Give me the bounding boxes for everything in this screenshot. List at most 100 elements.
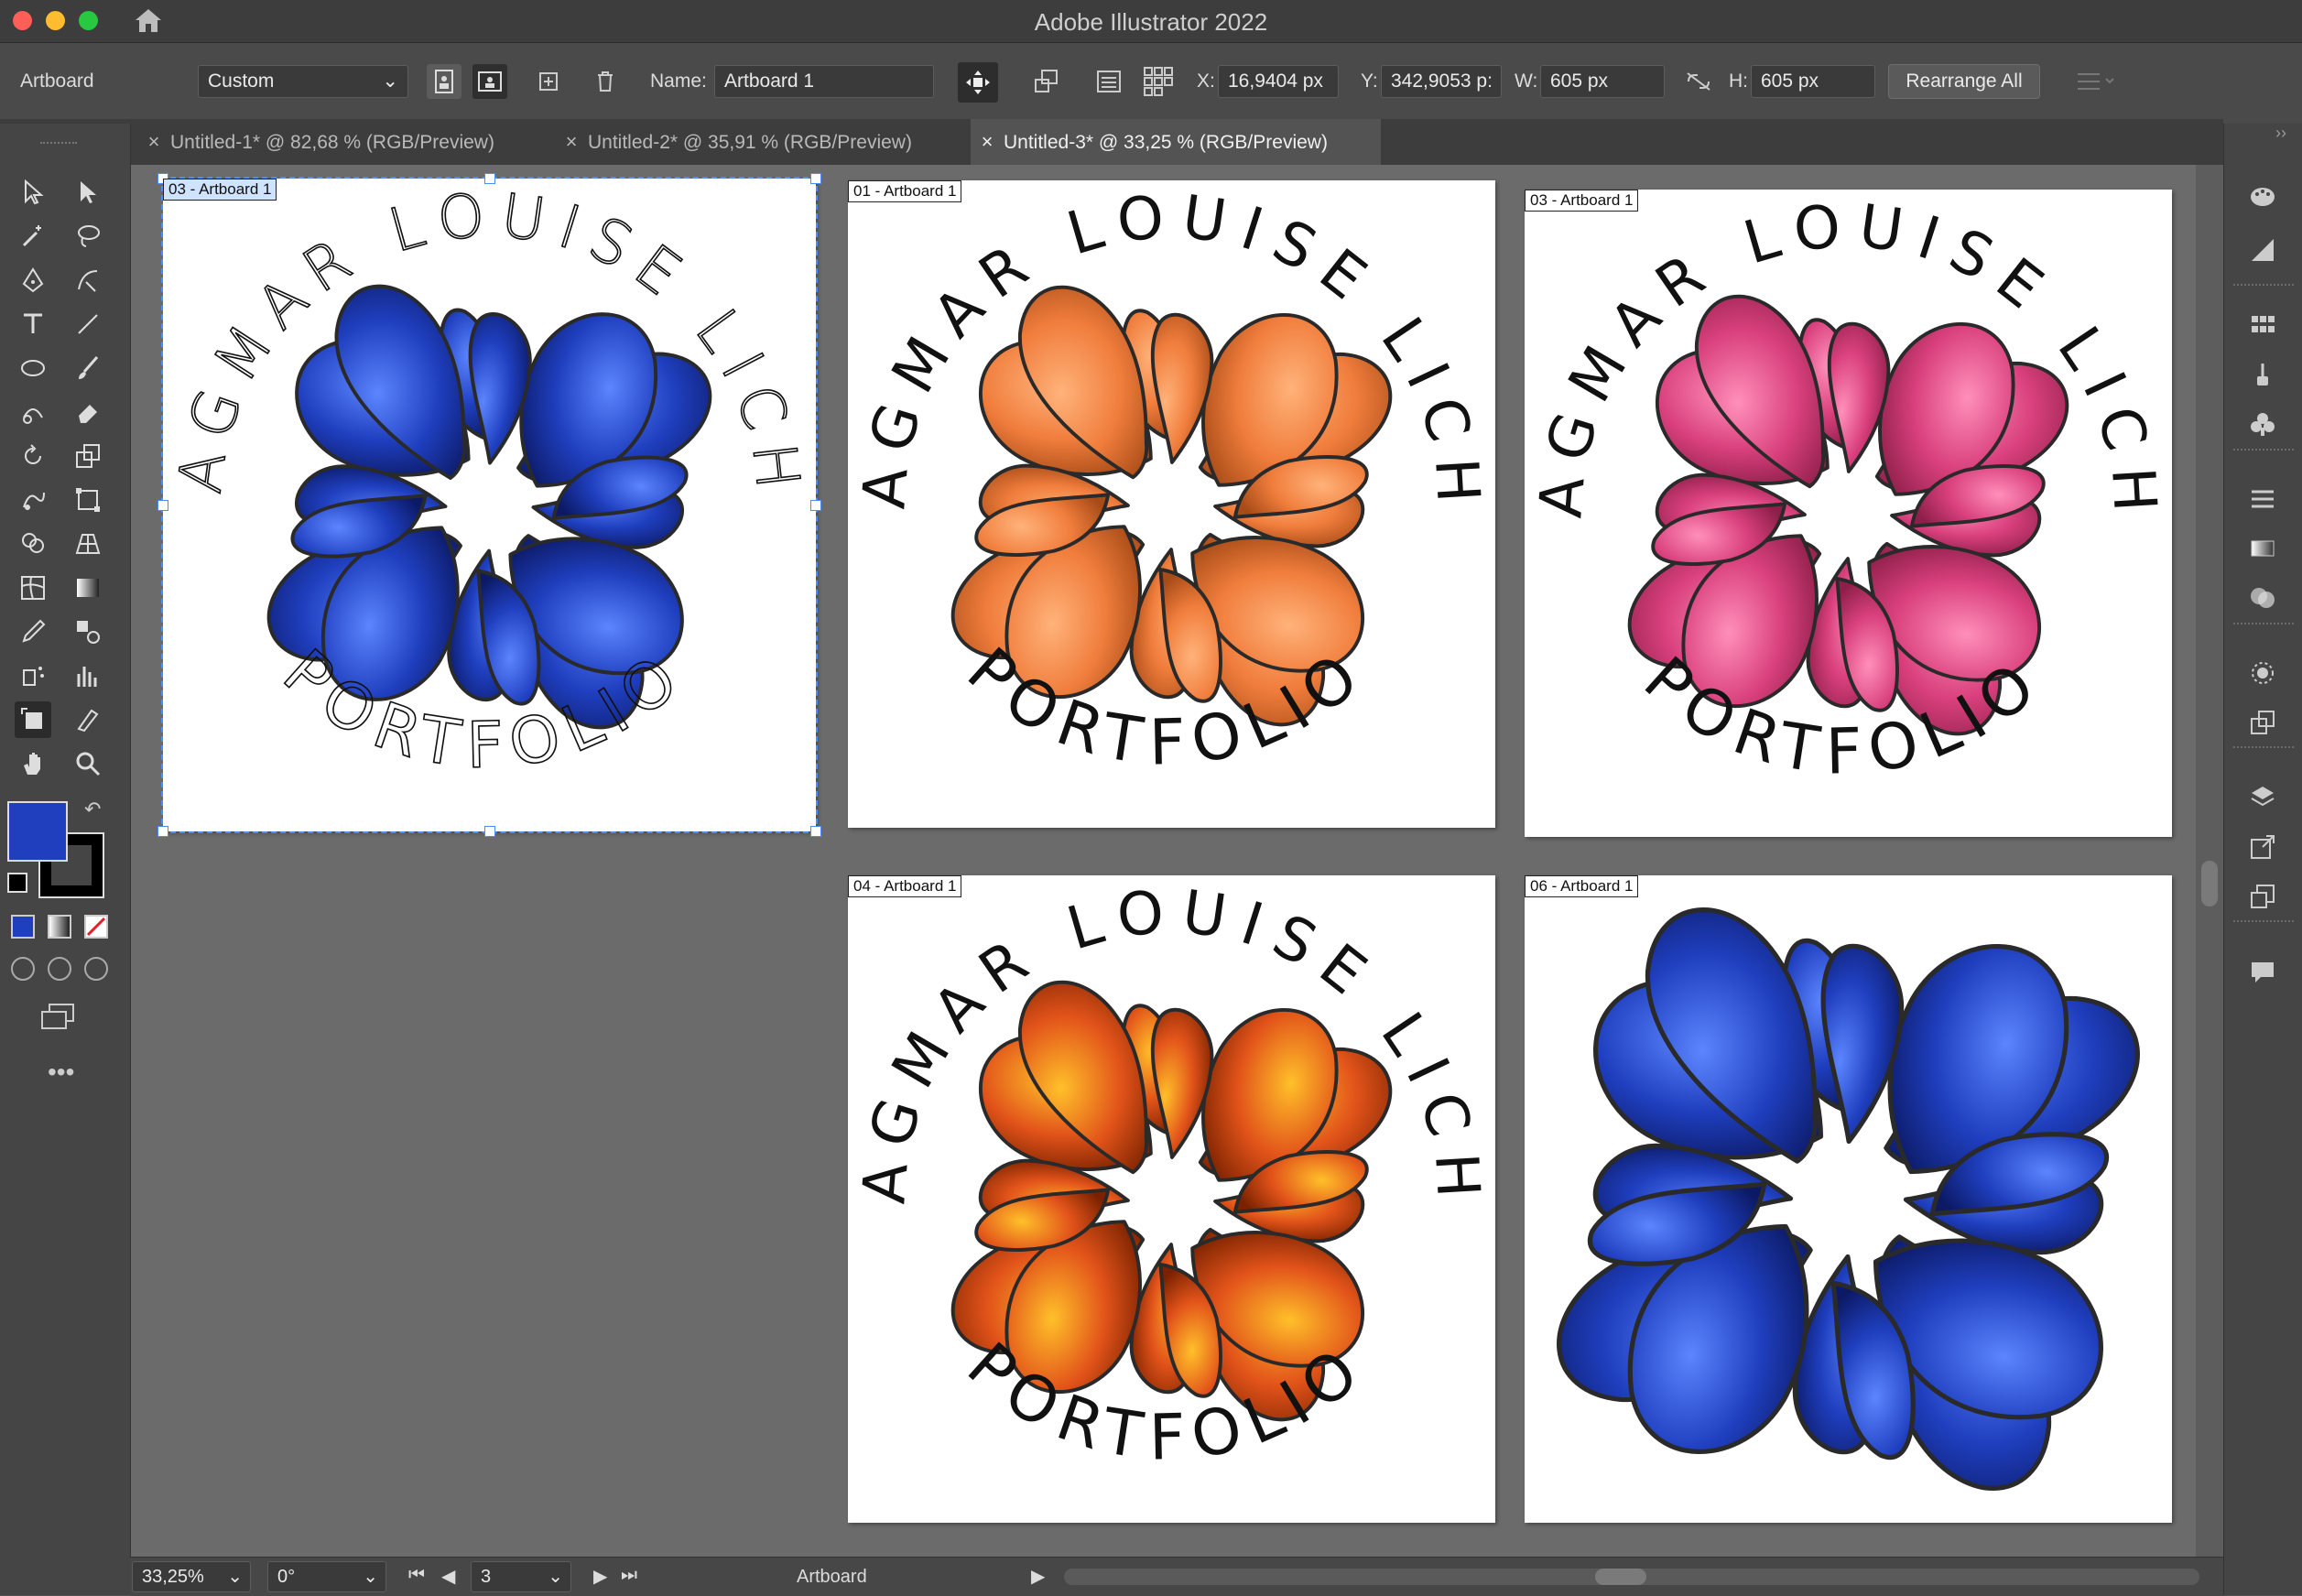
layers-panel-icon[interactable] [2244, 779, 2281, 816]
swap-fill-stroke-icon[interactable]: ↶ [84, 798, 101, 821]
close-tab-icon[interactable]: × [555, 119, 588, 165]
line-segment-tool-icon[interactable] [70, 306, 106, 342]
puppet-warp-tool-icon[interactable] [15, 482, 51, 518]
draw-normal-icon[interactable] [11, 957, 35, 981]
none-mode-icon[interactable] [84, 915, 108, 939]
next-artboard-icon[interactable]: ▶ [593, 1565, 607, 1588]
appearance-panel-icon[interactable] [2244, 655, 2281, 691]
canvas[interactable]: 03 - Artboard 1DAGMAR LOUISE LICHTPORTFO… [131, 165, 2223, 1557]
x-position-input[interactable]: 16,9404 px [1218, 65, 1339, 98]
arrange-grid-button[interactable] [1141, 64, 1176, 99]
artboard[interactable]: 01 - Artboard 1DAGMAR LOUISE LICHTPORTFO… [848, 180, 1495, 828]
eyedropper-tool-icon[interactable] [15, 613, 51, 650]
rotate-tool-icon[interactable] [15, 438, 51, 474]
free-transform-tool-icon[interactable] [70, 482, 106, 518]
scrollbar-thumb[interactable] [2201, 861, 2218, 907]
delete-artboard-button[interactable] [588, 64, 623, 99]
paintbrush-tool-icon[interactable] [70, 350, 106, 386]
blend-tool-icon[interactable] [70, 613, 106, 650]
zoom-tool-icon[interactable] [70, 745, 106, 782]
direct-selection-tool-icon[interactable] [70, 174, 106, 211]
artboard-label[interactable]: 06 - Artboard 1 [1525, 875, 1639, 897]
artboard-number-select[interactable]: 3 ⌄ [471, 1561, 571, 1592]
panel-group-divider[interactable] [2233, 920, 2294, 922]
panel-group-divider[interactable] [2233, 623, 2294, 624]
artboard-label[interactable]: 01 - Artboard 1 [848, 180, 962, 202]
preset-select[interactable]: Custom ⌄ [198, 65, 408, 98]
screen-mode-icon[interactable] [40, 1003, 77, 1030]
symbol-sprayer-tool-icon[interactable] [15, 657, 51, 694]
artboards-panel-icon[interactable] [2244, 878, 2281, 915]
color-panel-icon[interactable] [2244, 179, 2281, 215]
graphic-styles-panel-icon[interactable] [2244, 704, 2281, 741]
new-artboard-button[interactable] [531, 64, 566, 99]
y-position-input[interactable]: 342,9053 p: [1381, 65, 1502, 98]
mesh-tool-icon[interactable] [15, 570, 51, 606]
vertical-scrollbar[interactable] [2196, 165, 2223, 1557]
last-artboard-icon[interactable]: ⏭ [621, 1565, 637, 1586]
fill-swatch[interactable] [7, 801, 68, 862]
rearrange-all-button[interactable]: Rearrange All [1888, 64, 2040, 99]
artboard[interactable]: 04 - Artboard 1DAGMAR LOUISE LICHTPORTFO… [848, 875, 1495, 1523]
gradient-mode-icon[interactable] [48, 915, 71, 939]
panel-grip[interactable] [40, 142, 77, 149]
comments-panel-icon[interactable] [2244, 953, 2281, 990]
color-mode-icon[interactable] [11, 915, 35, 939]
artboard-name-input[interactable]: Artboard 1 [714, 65, 934, 98]
artboard-options-button[interactable] [1029, 64, 1064, 99]
color-guide-icon[interactable] [2244, 232, 2281, 268]
panel-group-divider[interactable] [2233, 746, 2294, 748]
first-artboard-icon[interactable]: ⏮ [408, 1565, 425, 1586]
status-menu-arrow-icon[interactable]: ▶ [1031, 1565, 1045, 1588]
panel-group-divider[interactable] [2233, 449, 2294, 451]
perspective-grid-tool-icon[interactable] [70, 526, 106, 562]
magic-wand-tool-icon[interactable] [15, 218, 51, 255]
align-options-icon[interactable] [2071, 64, 2119, 99]
symbols-panel-icon[interactable] [2244, 406, 2281, 442]
panel-group-divider[interactable] [2233, 284, 2294, 286]
transparency-panel-icon[interactable] [2244, 580, 2281, 616]
document-tab[interactable]: × Untitled-1* @ 82,68 % (RGB/Preview) [137, 119, 549, 165]
stroke-panel-icon[interactable] [2244, 481, 2281, 517]
eraser-tool-icon[interactable] [70, 394, 106, 430]
ellipse-tool-icon[interactable] [15, 350, 51, 386]
horizontal-scrollbar[interactable] [1064, 1569, 2199, 1585]
portrait-orientation-button[interactable] [427, 64, 461, 99]
scale-tool-icon[interactable] [70, 438, 106, 474]
brushes-panel-icon[interactable] [2244, 356, 2281, 393]
close-tab-icon[interactable]: × [971, 119, 1004, 165]
landscape-orientation-button[interactable] [472, 64, 507, 99]
close-tab-icon[interactable]: × [137, 119, 170, 165]
scrollbar-thumb[interactable] [1595, 1569, 1646, 1585]
constrain-proportions-button[interactable] [1681, 64, 1716, 99]
artboard[interactable]: 03 - Artboard 1DAGMAR LOUISE LICHTPORTFO… [1525, 190, 2172, 837]
artboard-label[interactable]: 03 - Artboard 1 [163, 179, 277, 201]
edit-toolbar-icon[interactable]: ••• [48, 1058, 74, 1087]
zoom-select[interactable]: 33,25% ⌄ [132, 1561, 251, 1592]
pen-tool-icon[interactable] [15, 262, 51, 299]
curvature-tool-icon[interactable] [70, 262, 106, 299]
draw-behind-icon[interactable] [48, 957, 71, 981]
gradient-tool-icon[interactable] [70, 570, 106, 606]
slice-tool-icon[interactable] [70, 701, 106, 738]
shape-builder-tool-icon[interactable] [15, 526, 51, 562]
lasso-tool-icon[interactable] [70, 218, 106, 255]
asset-export-panel-icon[interactable] [2244, 829, 2281, 865]
artboard-list-button[interactable] [1091, 64, 1126, 99]
collapse-dock-icon[interactable]: ›› [2275, 124, 2286, 143]
type-tool-icon[interactable] [15, 306, 51, 342]
document-tab[interactable]: × Untitled-3* @ 33,25 % (RGB/Preview) [971, 119, 1381, 165]
artboard-tool-icon[interactable] [15, 701, 51, 738]
swatches-panel-icon[interactable] [2244, 307, 2281, 343]
width-input[interactable]: 605 px [1540, 65, 1665, 98]
hand-tool-icon[interactable] [15, 745, 51, 782]
gradient-panel-icon[interactable] [2244, 530, 2281, 567]
shaper-tool-icon[interactable] [15, 394, 51, 430]
artboard[interactable]: 03 - Artboard 1DAGMAR LOUISE LICHTPORTFO… [157, 173, 821, 837]
artboard-label[interactable]: 03 - Artboard 1 [1525, 190, 1639, 212]
artboard-label[interactable]: 04 - Artboard 1 [848, 875, 962, 897]
move-copy-artwork-button[interactable] [958, 62, 998, 103]
artboard[interactable]: 06 - Artboard 1 [1525, 875, 2172, 1523]
rotation-select[interactable]: 0° ⌄ [267, 1561, 386, 1592]
selection-tool-icon[interactable] [15, 174, 51, 211]
